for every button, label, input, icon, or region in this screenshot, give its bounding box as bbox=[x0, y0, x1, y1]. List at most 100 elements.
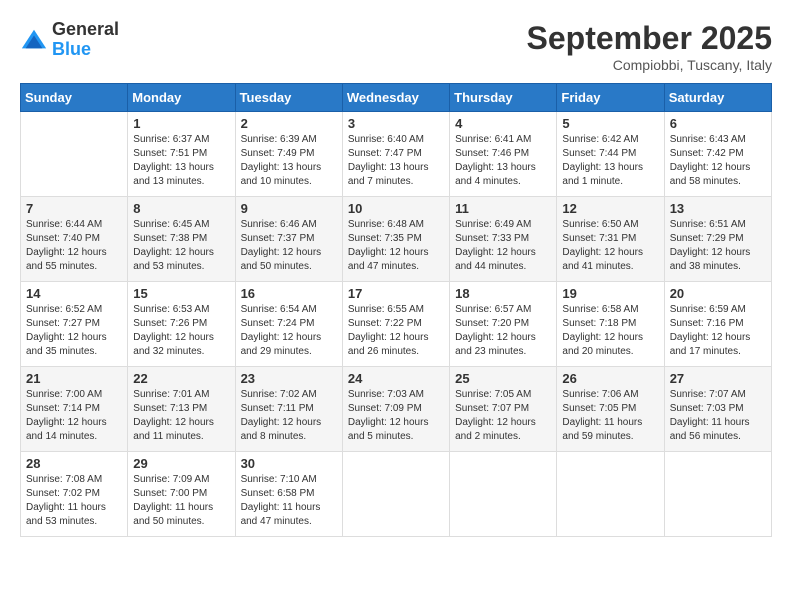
calendar-cell: 25 Sunrise: 7:05 AMSunset: 7:07 PMDaylig… bbox=[450, 367, 557, 452]
calendar-cell: 17 Sunrise: 6:55 AMSunset: 7:22 PMDaylig… bbox=[342, 282, 449, 367]
day-number: 25 bbox=[455, 371, 551, 386]
day-number: 6 bbox=[670, 116, 766, 131]
calendar-cell bbox=[342, 452, 449, 537]
day-number: 7 bbox=[26, 201, 122, 216]
cell-content: Sunrise: 7:00 AMSunset: 7:14 PMDaylight:… bbox=[26, 388, 122, 444]
cell-content: Sunrise: 7:02 AMSunset: 7:11 PMDaylight:… bbox=[241, 388, 337, 444]
cell-content: Sunrise: 7:01 AMSunset: 7:13 PMDaylight:… bbox=[133, 388, 229, 444]
calendar-cell: 9 Sunrise: 6:46 AMSunset: 7:37 PMDayligh… bbox=[235, 197, 342, 282]
cell-content: Sunrise: 6:48 AMSunset: 7:35 PMDaylight:… bbox=[348, 218, 444, 274]
cell-content: Sunrise: 6:39 AMSunset: 7:49 PMDaylight:… bbox=[241, 133, 337, 189]
day-header-monday: Monday bbox=[128, 84, 235, 112]
cell-content: Sunrise: 6:51 AMSunset: 7:29 PMDaylight:… bbox=[670, 218, 766, 274]
cell-content: Sunrise: 6:55 AMSunset: 7:22 PMDaylight:… bbox=[348, 303, 444, 359]
day-number: 24 bbox=[348, 371, 444, 386]
calendar-cell: 4 Sunrise: 6:41 AMSunset: 7:46 PMDayligh… bbox=[450, 112, 557, 197]
week-row-2: 7 Sunrise: 6:44 AMSunset: 7:40 PMDayligh… bbox=[21, 197, 772, 282]
header-row: SundayMondayTuesdayWednesdayThursdayFrid… bbox=[21, 84, 772, 112]
cell-content: Sunrise: 6:49 AMSunset: 7:33 PMDaylight:… bbox=[455, 218, 551, 274]
cell-content: Sunrise: 6:53 AMSunset: 7:26 PMDaylight:… bbox=[133, 303, 229, 359]
calendar-cell: 26 Sunrise: 7:06 AMSunset: 7:05 PMDaylig… bbox=[557, 367, 664, 452]
day-number: 21 bbox=[26, 371, 122, 386]
cell-content: Sunrise: 6:37 AMSunset: 7:51 PMDaylight:… bbox=[133, 133, 229, 189]
day-number: 23 bbox=[241, 371, 337, 386]
calendar-cell: 11 Sunrise: 6:49 AMSunset: 7:33 PMDaylig… bbox=[450, 197, 557, 282]
location: Compiobbi, Tuscany, Italy bbox=[527, 57, 772, 73]
calendar-cell: 1 Sunrise: 6:37 AMSunset: 7:51 PMDayligh… bbox=[128, 112, 235, 197]
week-row-3: 14 Sunrise: 6:52 AMSunset: 7:27 PMDaylig… bbox=[21, 282, 772, 367]
day-number: 22 bbox=[133, 371, 229, 386]
day-number: 9 bbox=[241, 201, 337, 216]
calendar-cell bbox=[557, 452, 664, 537]
cell-content: Sunrise: 6:44 AMSunset: 7:40 PMDaylight:… bbox=[26, 218, 122, 274]
calendar-cell: 24 Sunrise: 7:03 AMSunset: 7:09 PMDaylig… bbox=[342, 367, 449, 452]
day-number: 1 bbox=[133, 116, 229, 131]
calendar-cell: 19 Sunrise: 6:58 AMSunset: 7:18 PMDaylig… bbox=[557, 282, 664, 367]
cell-content: Sunrise: 6:46 AMSunset: 7:37 PMDaylight:… bbox=[241, 218, 337, 274]
cell-content: Sunrise: 6:52 AMSunset: 7:27 PMDaylight:… bbox=[26, 303, 122, 359]
cell-content: Sunrise: 7:07 AMSunset: 7:03 PMDaylight:… bbox=[670, 388, 766, 444]
calendar-cell: 16 Sunrise: 6:54 AMSunset: 7:24 PMDaylig… bbox=[235, 282, 342, 367]
calendar-cell: 12 Sunrise: 6:50 AMSunset: 7:31 PMDaylig… bbox=[557, 197, 664, 282]
calendar-cell: 10 Sunrise: 6:48 AMSunset: 7:35 PMDaylig… bbox=[342, 197, 449, 282]
calendar-cell: 27 Sunrise: 7:07 AMSunset: 7:03 PMDaylig… bbox=[664, 367, 771, 452]
day-number: 8 bbox=[133, 201, 229, 216]
logo: General Blue bbox=[20, 20, 119, 60]
day-header-thursday: Thursday bbox=[450, 84, 557, 112]
cell-content: Sunrise: 6:41 AMSunset: 7:46 PMDaylight:… bbox=[455, 133, 551, 189]
day-number: 26 bbox=[562, 371, 658, 386]
logo-blue: Blue bbox=[52, 39, 91, 59]
cell-content: Sunrise: 6:42 AMSunset: 7:44 PMDaylight:… bbox=[562, 133, 658, 189]
calendar-cell: 22 Sunrise: 7:01 AMSunset: 7:13 PMDaylig… bbox=[128, 367, 235, 452]
cell-content: Sunrise: 7:06 AMSunset: 7:05 PMDaylight:… bbox=[562, 388, 658, 444]
calendar-cell: 8 Sunrise: 6:45 AMSunset: 7:38 PMDayligh… bbox=[128, 197, 235, 282]
cell-content: Sunrise: 7:05 AMSunset: 7:07 PMDaylight:… bbox=[455, 388, 551, 444]
day-number: 28 bbox=[26, 456, 122, 471]
day-number: 20 bbox=[670, 286, 766, 301]
cell-content: Sunrise: 7:09 AMSunset: 7:00 PMDaylight:… bbox=[133, 473, 229, 529]
cell-content: Sunrise: 6:45 AMSunset: 7:38 PMDaylight:… bbox=[133, 218, 229, 274]
day-number: 10 bbox=[348, 201, 444, 216]
cell-content: Sunrise: 7:10 AMSunset: 6:58 PMDaylight:… bbox=[241, 473, 337, 529]
calendar-cell: 7 Sunrise: 6:44 AMSunset: 7:40 PMDayligh… bbox=[21, 197, 128, 282]
day-header-saturday: Saturday bbox=[664, 84, 771, 112]
calendar-cell: 21 Sunrise: 7:00 AMSunset: 7:14 PMDaylig… bbox=[21, 367, 128, 452]
calendar-cell: 30 Sunrise: 7:10 AMSunset: 6:58 PMDaylig… bbox=[235, 452, 342, 537]
calendar-cell: 28 Sunrise: 7:08 AMSunset: 7:02 PMDaylig… bbox=[21, 452, 128, 537]
day-header-tuesday: Tuesday bbox=[235, 84, 342, 112]
calendar-cell bbox=[664, 452, 771, 537]
cell-content: Sunrise: 6:50 AMSunset: 7:31 PMDaylight:… bbox=[562, 218, 658, 274]
day-header-friday: Friday bbox=[557, 84, 664, 112]
cell-content: Sunrise: 6:58 AMSunset: 7:18 PMDaylight:… bbox=[562, 303, 658, 359]
day-number: 11 bbox=[455, 201, 551, 216]
logo-general: General bbox=[52, 19, 119, 39]
cell-content: Sunrise: 6:57 AMSunset: 7:20 PMDaylight:… bbox=[455, 303, 551, 359]
calendar-table: SundayMondayTuesdayWednesdayThursdayFrid… bbox=[20, 83, 772, 537]
cell-content: Sunrise: 6:40 AMSunset: 7:47 PMDaylight:… bbox=[348, 133, 444, 189]
day-number: 3 bbox=[348, 116, 444, 131]
cell-content: Sunrise: 7:08 AMSunset: 7:02 PMDaylight:… bbox=[26, 473, 122, 529]
day-number: 14 bbox=[26, 286, 122, 301]
calendar-cell: 2 Sunrise: 6:39 AMSunset: 7:49 PMDayligh… bbox=[235, 112, 342, 197]
day-number: 13 bbox=[670, 201, 766, 216]
day-header-wednesday: Wednesday bbox=[342, 84, 449, 112]
cell-content: Sunrise: 7:03 AMSunset: 7:09 PMDaylight:… bbox=[348, 388, 444, 444]
calendar-cell: 3 Sunrise: 6:40 AMSunset: 7:47 PMDayligh… bbox=[342, 112, 449, 197]
month-title: September 2025 bbox=[527, 20, 772, 57]
day-number: 27 bbox=[670, 371, 766, 386]
day-number: 5 bbox=[562, 116, 658, 131]
calendar-cell bbox=[21, 112, 128, 197]
week-row-1: 1 Sunrise: 6:37 AMSunset: 7:51 PMDayligh… bbox=[21, 112, 772, 197]
calendar-cell: 14 Sunrise: 6:52 AMSunset: 7:27 PMDaylig… bbox=[21, 282, 128, 367]
calendar-cell bbox=[450, 452, 557, 537]
calendar-cell: 6 Sunrise: 6:43 AMSunset: 7:42 PMDayligh… bbox=[664, 112, 771, 197]
page-header: General Blue September 2025 Compiobbi, T… bbox=[20, 20, 772, 73]
week-row-5: 28 Sunrise: 7:08 AMSunset: 7:02 PMDaylig… bbox=[21, 452, 772, 537]
calendar-cell: 29 Sunrise: 7:09 AMSunset: 7:00 PMDaylig… bbox=[128, 452, 235, 537]
day-number: 15 bbox=[133, 286, 229, 301]
day-number: 2 bbox=[241, 116, 337, 131]
logo-text: General Blue bbox=[52, 20, 119, 60]
title-block: September 2025 Compiobbi, Tuscany, Italy bbox=[527, 20, 772, 73]
calendar-cell: 18 Sunrise: 6:57 AMSunset: 7:20 PMDaylig… bbox=[450, 282, 557, 367]
calendar-cell: 23 Sunrise: 7:02 AMSunset: 7:11 PMDaylig… bbox=[235, 367, 342, 452]
